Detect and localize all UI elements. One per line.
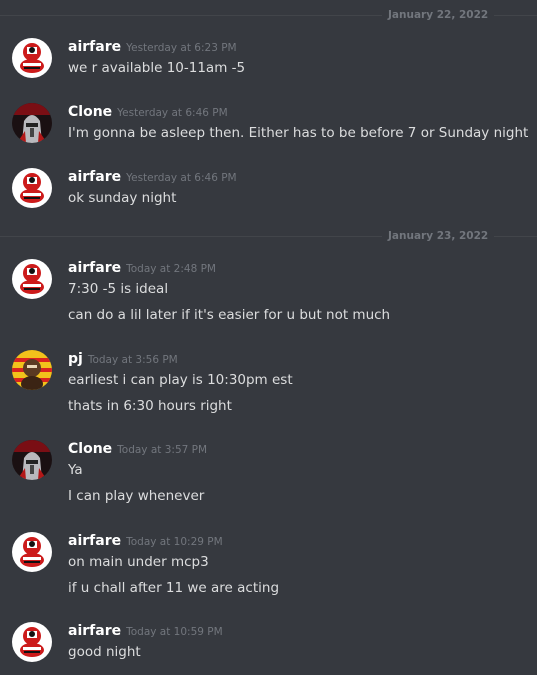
message-author[interactable]: Clone bbox=[68, 441, 112, 457]
date-divider: January 22, 2022 bbox=[0, 8, 537, 22]
message-author[interactable]: airfare bbox=[68, 260, 121, 276]
message-text: I'm gonna be asleep then. Either has to … bbox=[68, 125, 529, 141]
message-author[interactable]: airfare bbox=[68, 39, 121, 55]
message-text: Ya bbox=[68, 462, 83, 478]
airfare-avatar-icon[interactable] bbox=[12, 168, 52, 208]
message-timestamp: Yesterday at 6:46 PM bbox=[117, 107, 228, 119]
message-timestamp: Yesterday at 6:23 PM bbox=[126, 42, 237, 54]
airfare-avatar-icon[interactable] bbox=[12, 532, 52, 572]
airfare-avatar-icon[interactable] bbox=[12, 622, 52, 662]
message-text: if u chall after 11 we are acting bbox=[68, 580, 280, 596]
message-author[interactable]: airfare bbox=[68, 533, 121, 549]
message-text: can do a lil later if it's easier for u … bbox=[68, 307, 391, 323]
message-author[interactable]: pj bbox=[68, 351, 83, 367]
message-text: 7:30 -5 is ideal bbox=[68, 281, 169, 297]
message-text: good night bbox=[68, 644, 141, 660]
message-text: I can play whenever bbox=[68, 488, 205, 504]
message-timestamp: Yesterday at 6:46 PM bbox=[126, 172, 237, 184]
message-timestamp: Today at 10:59 PM bbox=[126, 626, 223, 638]
airfare-avatar-icon[interactable] bbox=[12, 259, 52, 299]
message-timestamp: Today at 3:57 PM bbox=[117, 444, 208, 456]
message-author[interactable]: airfare bbox=[68, 169, 121, 185]
message-timestamp: Today at 2:48 PM bbox=[126, 263, 216, 275]
message-timestamp: Today at 10:29 PM bbox=[126, 536, 223, 548]
message-text: earliest i can play is 10:30pm est bbox=[68, 372, 293, 388]
message-author[interactable]: Clone bbox=[68, 104, 112, 120]
airfare-avatar-icon[interactable] bbox=[12, 38, 52, 78]
message-author[interactable]: airfare bbox=[68, 623, 121, 639]
message-text: ok sunday night bbox=[68, 190, 177, 206]
date-divider-label: January 22, 2022 bbox=[382, 8, 495, 22]
clone-avatar-icon[interactable] bbox=[12, 103, 52, 143]
message-text: thats in 6:30 hours right bbox=[68, 398, 232, 414]
clone-avatar-icon[interactable] bbox=[12, 440, 52, 480]
message-text: on main under mcp3 bbox=[68, 554, 209, 570]
chat-messages[interactable]: January 22, 2022 airfare Yesterday at 6:2… bbox=[0, 0, 537, 675]
date-divider-label: January 23, 2022 bbox=[382, 229, 495, 243]
message-timestamp: Today at 3:56 PM bbox=[87, 354, 178, 366]
message-text: we r available 10-11am -5 bbox=[68, 60, 246, 76]
pj-avatar-icon[interactable] bbox=[12, 350, 52, 390]
date-divider: January 23, 2022 bbox=[0, 229, 537, 243]
